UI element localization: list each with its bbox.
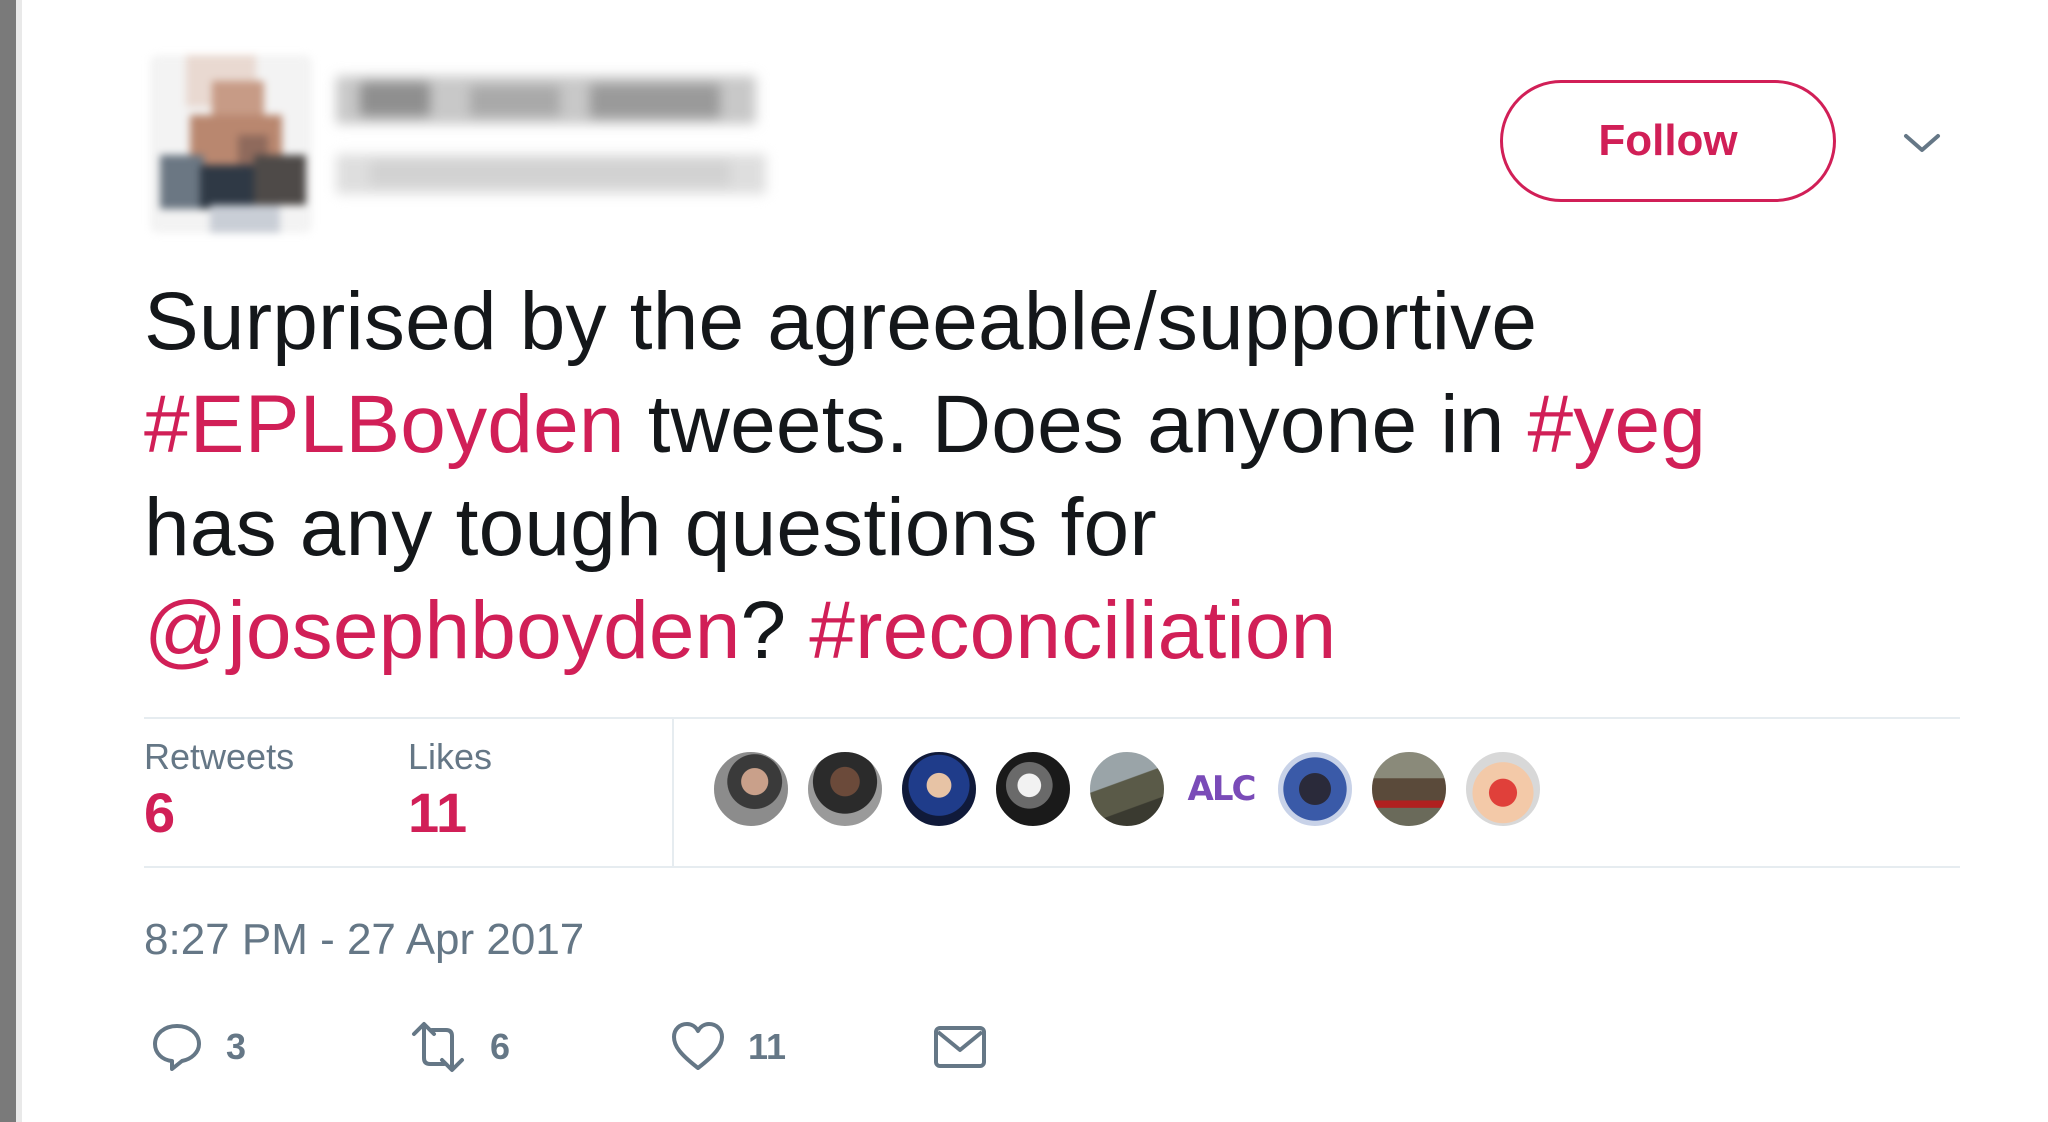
mention-link[interactable]: @josephboyden: [144, 585, 741, 676]
liker-avatar-9[interactable]: [1464, 750, 1542, 828]
tweet-text-segment: tweets. Does anyone in: [624, 379, 1528, 470]
liker-avatar-3[interactable]: [900, 750, 978, 828]
retweet-action[interactable]: 6: [408, 1020, 510, 1074]
retweet-icon: [408, 1020, 468, 1074]
stats-divider-top: [144, 717, 1960, 719]
liker-avatar-2[interactable]: [806, 750, 884, 828]
liker-avatar-6[interactable]: ALC: [1182, 750, 1260, 828]
tweet-timestamp[interactable]: 8:27 PM - 27 Apr 2017: [144, 915, 584, 965]
like-action[interactable]: 11: [670, 1020, 786, 1074]
hashtag-link[interactable]: #yeg: [1527, 379, 1706, 470]
liker-avatar-7[interactable]: [1276, 750, 1354, 828]
liker-avatar-4[interactable]: [994, 750, 1072, 828]
liker-avatar-1[interactable]: [712, 750, 790, 828]
tweet-line-4: @josephboyden? #reconciliation: [144, 579, 1944, 682]
author-name-blurred[interactable]: [330, 60, 770, 210]
tweet-text-segment: has any tough questions for: [144, 482, 1157, 573]
reply-icon: [150, 1020, 204, 1074]
hashtag-link[interactable]: #reconciliation: [809, 585, 1336, 676]
tweet-text: Surprised by the agreeable/supportive #E…: [144, 270, 1944, 682]
envelope-icon: [932, 1020, 988, 1074]
hashtag-link[interactable]: #EPLBoyden: [144, 379, 625, 470]
direct-message-action[interactable]: [932, 1020, 988, 1074]
retweets-label[interactable]: Retweets: [144, 736, 294, 778]
like-count: 11: [748, 1026, 787, 1067]
author-avatar[interactable]: [150, 55, 312, 233]
liker-avatar-8[interactable]: [1370, 750, 1448, 828]
stats-divider-vertical: [672, 717, 674, 868]
likes-label[interactable]: Likes: [408, 736, 492, 778]
reply-action[interactable]: 3: [150, 1020, 246, 1074]
window-edge: [0, 0, 16, 1122]
chevron-down-icon[interactable]: [1900, 128, 1944, 158]
tweet-line-2: #EPLBoyden tweets. Does anyone in #yeg: [144, 373, 1944, 476]
tweet-line-1: Surprised by the agreeable/supportive: [144, 270, 1944, 373]
heart-icon: [670, 1020, 726, 1074]
tweet-text-segment: Surprised by the agreeable/supportive: [144, 276, 1538, 367]
window-edge-shadow: [16, 0, 22, 1122]
tweet-line-3: has any tough questions for: [144, 476, 1944, 579]
stats-divider-bottom: [144, 866, 1960, 868]
retweet-count: 6: [490, 1026, 511, 1067]
tweet-text-segment: ?: [740, 585, 810, 676]
tweet-card: Follow Surprised by the agreeable/suppor…: [0, 0, 2048, 1122]
reply-count: 3: [226, 1026, 247, 1067]
liker-avatar-5[interactable]: [1088, 750, 1166, 828]
follow-button[interactable]: Follow: [1500, 80, 1836, 202]
likes-count[interactable]: 11: [408, 780, 467, 845]
retweets-count[interactable]: 6: [144, 780, 175, 845]
